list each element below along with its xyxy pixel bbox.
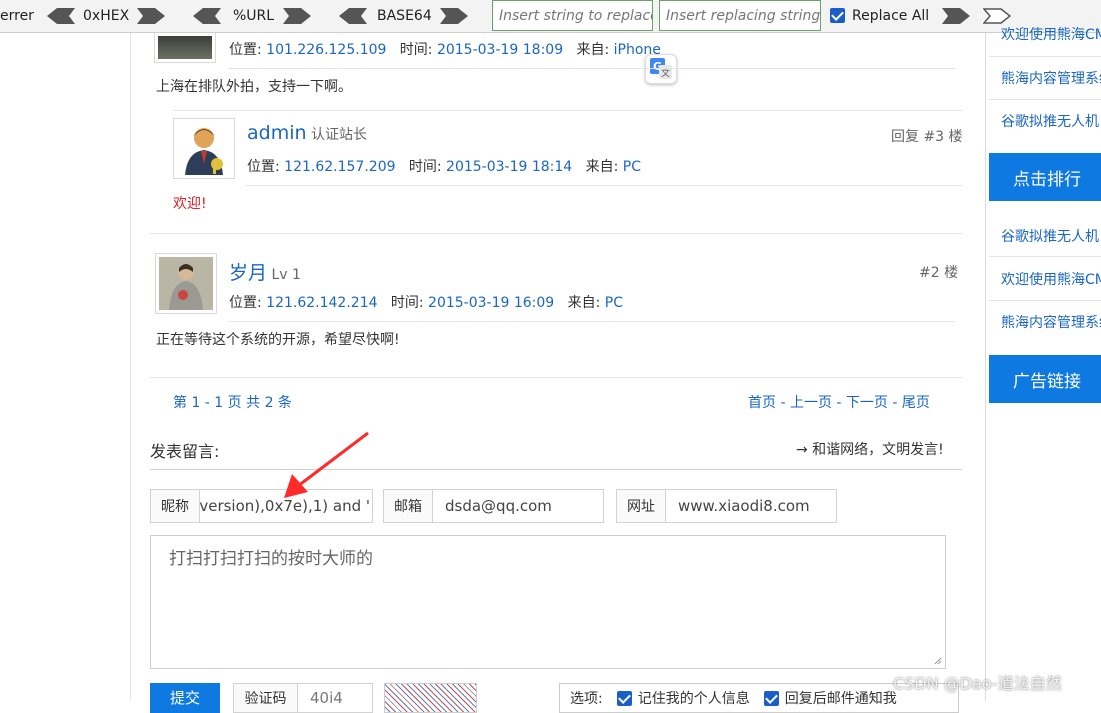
reply-content: 欢迎! <box>173 196 207 212</box>
comment-time: 2015-03-19 18:14 <box>446 159 573 175</box>
comment-time: 2015-03-19 18:09 <box>436 42 564 58</box>
resize-handle-icon[interactable] <box>932 655 942 665</box>
username-link[interactable]: admin <box>247 122 307 144</box>
content-left-border <box>130 33 131 701</box>
comment-source: PC <box>622 159 641 175</box>
page-last-link[interactable]: 尾页 <box>902 395 930 411</box>
comment-floor: #2 楼 <box>919 265 959 281</box>
reply-header: admin 认证站长 <box>247 122 367 144</box>
divider <box>989 99 1101 100</box>
page-prev-link[interactable]: 上一页 <box>790 395 832 411</box>
comment-meta: 位置: 101.226.125.109 时间: 2015-03-19 18:09… <box>229 42 661 58</box>
search-string-input[interactable]: Insert string to replace <box>492 0 653 31</box>
sidebar-link[interactable]: 熊海内容管理系统 <box>1001 68 1101 88</box>
sidebar-link[interactable]: 谷歌拟推无人机 <box>1001 226 1101 246</box>
divider <box>228 321 955 322</box>
annotation-arrow-icon <box>284 431 369 498</box>
content-right-border <box>985 33 986 701</box>
watermark: CSDN @Dao-道法自然 <box>893 674 1062 693</box>
captcha-label: 验证码 <box>234 684 298 712</box>
reply-floor: 回复 #3 楼 <box>891 129 963 145</box>
pagination-links: 首页 - 上一页 - 下一页 - 尾页 <box>748 395 930 411</box>
toolbar-item-base64[interactable]: BASE64 <box>377 8 432 24</box>
email-label: 邮箱 <box>384 490 433 522</box>
ip-address: 121.62.157.209 <box>284 159 396 175</box>
arrow-right-icon[interactable] <box>440 8 468 24</box>
website-group: 网址 www.xiaodi8.com <box>616 489 837 523</box>
sidebar-heading-rank: 点击排行 <box>989 153 1101 201</box>
captcha-group: 验证码 40i4 <box>233 683 373 713</box>
divider <box>228 68 955 69</box>
sidebar-heading-ads: 广告链接 <box>989 355 1101 403</box>
avatar-user <box>155 253 217 314</box>
comment-header: 岁月 Lv 1 <box>229 258 301 285</box>
page-next-link[interactable]: 下一页 <box>846 395 888 411</box>
arrow-right-outline-icon[interactable] <box>983 8 1011 24</box>
divider <box>173 110 962 111</box>
nickname-label: 昵称 <box>151 490 200 522</box>
website-input[interactable]: www.xiaodi8.com <box>666 490 836 522</box>
page-first-link[interactable]: 首页 <box>748 395 776 411</box>
arrow-right-icon[interactable] <box>942 8 970 24</box>
arrow-right-icon[interactable] <box>137 8 165 24</box>
ip-address: 121.62.142.214 <box>266 295 378 311</box>
hackbar-toolbar: errer 0xHEX %URL BASE64 Insert string to… <box>0 0 1101 33</box>
email-group: 邮箱 dsda@qq.com <box>383 489 604 523</box>
divider <box>150 233 962 234</box>
replace-string-input[interactable]: Insert replacing string <box>659 0 821 31</box>
divider <box>150 377 962 378</box>
pagination-summary: 第 1 - 1 页 共 2 条 <box>173 395 292 411</box>
arrow-left-icon[interactable] <box>339 8 367 24</box>
divider <box>989 300 1101 301</box>
submit-button[interactable]: 提交 <box>150 683 220 713</box>
toolbar-item-url[interactable]: %URL <box>233 8 274 24</box>
arrow-left-icon[interactable] <box>47 8 75 24</box>
avatar-admin <box>173 118 235 179</box>
sidebar-link[interactable]: 熊海内容管理系统 <box>1001 312 1101 332</box>
user-role: 认证站长 <box>311 127 367 143</box>
arrow-right-icon[interactable] <box>283 8 311 24</box>
sidebar-link[interactable]: 欢迎使用熊海CMS <box>1001 24 1101 44</box>
toolbar-item-hex[interactable]: 0xHEX <box>83 8 129 24</box>
comment-source: PC <box>604 295 623 311</box>
comment-time: 2015-03-19 16:09 <box>428 295 555 311</box>
avatar <box>154 33 216 63</box>
captcha-image[interactable] <box>384 683 477 713</box>
user-level: Lv 1 <box>271 267 301 283</box>
captcha-input[interactable]: 40i4 <box>298 684 372 712</box>
comment-meta: 位置: 121.62.142.214 时间: 2015-03-19 16:09 … <box>229 295 623 311</box>
divider <box>989 256 1101 257</box>
replace-all-label[interactable]: Replace All <box>852 8 929 24</box>
comment-content: 正在等待这个系统的开源，希望尽快啊! <box>156 332 400 348</box>
toolbar-item-referer[interactable]: errer <box>0 8 34 24</box>
website-label: 网址 <box>617 490 666 522</box>
form-title: 发表留言: <box>150 442 220 461</box>
notify-checkbox[interactable] <box>763 690 779 706</box>
ip-address: 101.226.125.109 <box>266 42 387 58</box>
divider <box>989 56 1101 57</box>
message-textarea[interactable]: 打扫打扫打扫的按时大师的 <box>150 535 946 669</box>
comment-meta: 位置: 121.62.157.209 时间: 2015-03-19 18:14 … <box>247 159 641 175</box>
remember-checkbox[interactable] <box>616 690 632 706</box>
sidebar-link[interactable]: 欢迎使用熊海CMS <box>1001 269 1101 289</box>
google-translate-icon[interactable]: G 文 <box>645 54 677 84</box>
form-notice: → 和谐网络，文明发言! <box>796 442 944 458</box>
arrow-left-icon[interactable] <box>193 8 221 24</box>
divider <box>246 185 962 186</box>
replace-all-checkbox[interactable] <box>830 8 845 23</box>
comment-content: 上海在排队外拍，支持一下啊。 <box>156 79 352 95</box>
sidebar-link[interactable]: 谷歌拟推无人机 <box>1001 111 1101 131</box>
email-input[interactable]: dsda@qq.com <box>433 490 603 522</box>
username-link[interactable]: 岁月 <box>229 262 267 284</box>
